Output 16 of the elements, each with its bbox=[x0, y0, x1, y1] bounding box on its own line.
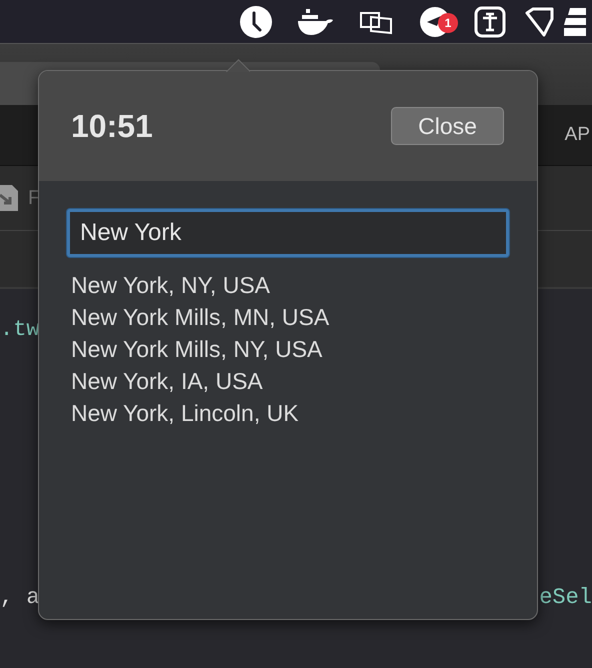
result-item[interactable]: New York Mills, NY, USA bbox=[71, 333, 509, 365]
result-item[interactable]: New York, IA, USA bbox=[71, 365, 509, 397]
close-button[interactable]: Close bbox=[391, 107, 504, 145]
time-label: 10:51 bbox=[71, 108, 153, 144]
tab-label[interactable]: AP bbox=[564, 124, 590, 146]
result-item[interactable]: New York, Lincoln, UK bbox=[71, 397, 509, 429]
code-text: .tw bbox=[0, 317, 40, 342]
stack-icon[interactable] bbox=[564, 6, 586, 38]
result-item[interactable]: New York, NY, USA bbox=[71, 269, 509, 301]
search-field[interactable]: New York bbox=[67, 209, 509, 257]
result-item[interactable]: New York Mills, MN, USA bbox=[71, 301, 509, 333]
notification-badge: 1 bbox=[438, 12, 458, 32]
clock-icon[interactable] bbox=[240, 6, 272, 38]
file-icon bbox=[0, 183, 18, 213]
code-text: , a bbox=[0, 585, 40, 610]
code-text: eSel bbox=[539, 585, 592, 610]
